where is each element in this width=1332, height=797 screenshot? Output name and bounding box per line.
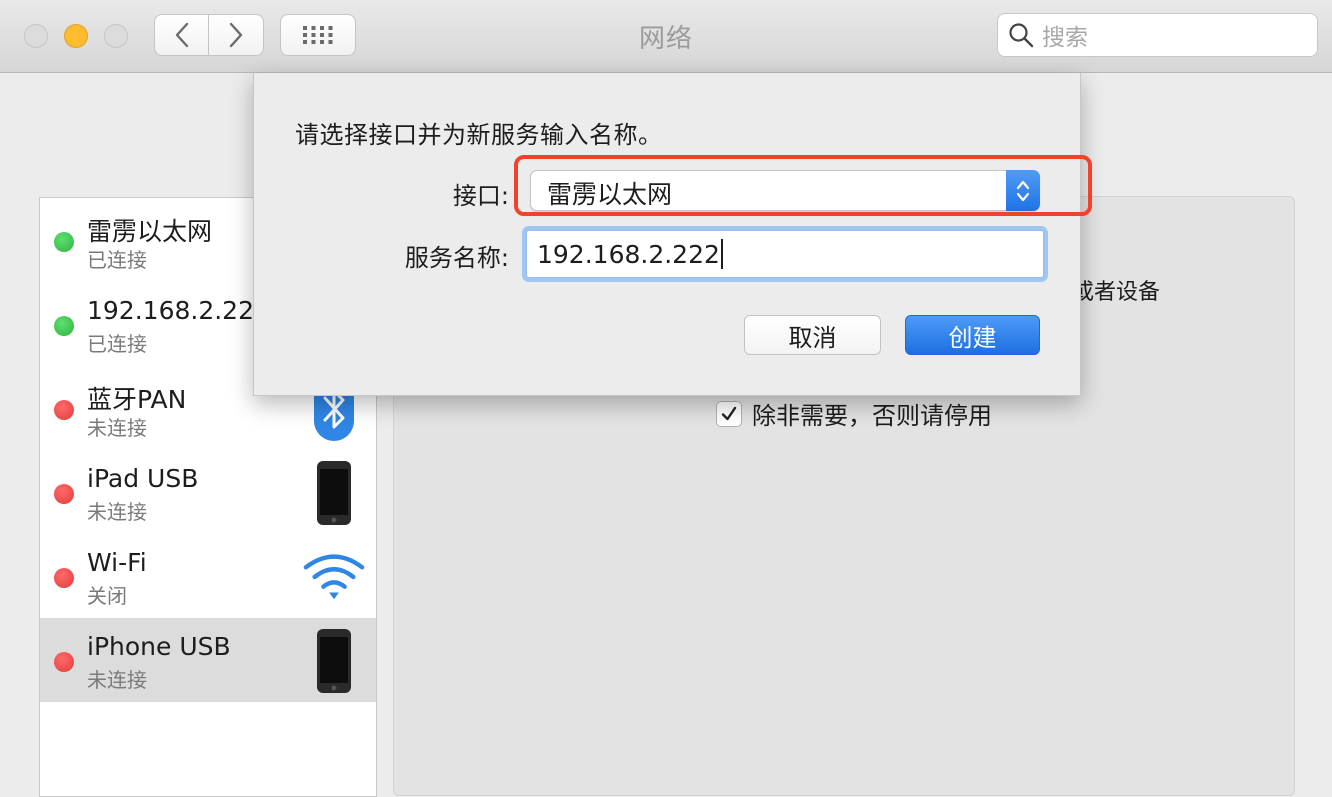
service-name: Wi-Fi [87,548,147,577]
service-item-iphone-usb[interactable]: iPhone USB 未连接 [40,618,376,702]
service-name: iPad USB [87,464,199,493]
service-status: 关闭 [87,584,127,608]
disable-unless-needed-checkbox[interactable] [716,400,742,427]
service-name-value: 192.168.2.222 [537,240,720,269]
status-dot-icon [54,400,74,420]
service-status: 未连接 [87,500,147,524]
service-status: 未连接 [87,668,147,692]
search-field[interactable]: 搜索 [997,13,1318,57]
zoom-window-button[interactable] [104,24,128,48]
forward-button[interactable] [209,14,264,56]
service-name-input[interactable]: 192.168.2.222 [526,230,1044,278]
service-name: 雷雳以太网 [87,217,213,246]
interface-label: 接口: [452,182,509,210]
create-button[interactable]: 创建 [905,315,1040,355]
interface-highlight-box [514,155,1092,216]
status-dot-icon [54,232,74,252]
status-dot-icon [54,652,74,672]
service-name: 蓝牙PAN [87,385,187,414]
service-name-label: 服务名称: [404,244,509,272]
window-toolbar: 网络 搜索 [0,0,1332,73]
text-caret [720,239,723,269]
back-button[interactable] [154,14,209,56]
service-item-ipad-usb[interactable]: iPad USB 未连接 [40,450,376,534]
disable-unless-needed-row[interactable]: 除非需要，否则请停用 [716,396,992,431]
detail-partial-text: 或者设备 [1072,280,1161,305]
checkmark-icon [721,406,737,420]
status-dot-icon [54,568,74,588]
search-placeholder: 搜索 [1042,25,1088,51]
phone-device-icon [302,628,366,694]
close-window-button[interactable] [24,24,48,48]
service-name: iPhone USB [87,632,231,661]
chevron-left-icon [175,22,188,48]
search-icon [1009,23,1034,48]
status-dot-icon [54,484,74,504]
minimize-window-button[interactable] [64,24,88,48]
disable-unless-needed-label: 除非需要，否则请停用 [752,402,992,430]
status-dot-icon [54,316,74,336]
grid-icon [303,26,333,44]
service-item-wifi[interactable]: Wi-Fi 关闭 [40,534,376,618]
show-all-button[interactable] [280,14,356,56]
window-title: 网络 [638,24,693,54]
service-status: 已连接 [87,248,147,272]
service-name: 192.168.2.221 [87,296,270,325]
dialog-prompt: 请选择接口并为新服务输入名称。 [295,121,663,149]
new-service-dialog: 请选择接口并为新服务输入名称。 接口: 雷雳以太网 服务名称: 192.168.… [253,73,1092,396]
wifi-icon [302,544,366,610]
cancel-button[interactable]: 取消 [744,315,881,355]
phone-device-icon [302,460,366,526]
chevron-right-icon [229,22,243,48]
service-status: 已连接 [87,332,147,356]
service-status: 未连接 [87,416,147,440]
